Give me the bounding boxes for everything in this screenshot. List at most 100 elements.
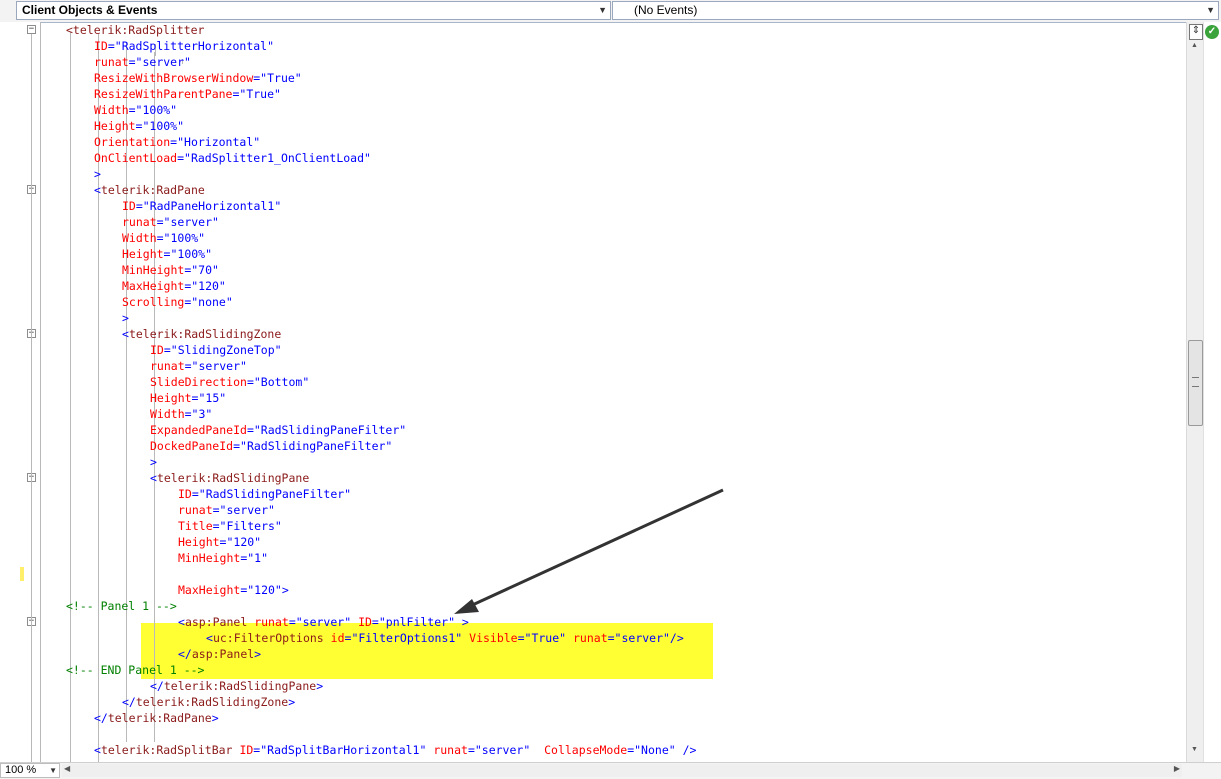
code-token: id [330,631,345,645]
code-token: ="RadSplitter1_OnClientLoad" [177,151,371,165]
code-line: </telerik:RadSlidingPane> [150,678,323,694]
code-line: ResizeWithBrowserWindow="True" [94,70,302,86]
code-token: ="120" [219,535,262,549]
code-token: asp:Panel [191,647,255,661]
code-token: telerik:RadSlidingPane [163,679,317,693]
code-line: Title="Filters" [178,518,282,534]
code-token: < [94,183,101,197]
scroll-down-icon[interactable]: ▼ [1191,746,1198,753]
code-token: ID [358,615,372,629]
code-token: ="server" [128,55,191,69]
zoom-level: 100 % [5,764,37,776]
code-token: ExpandedPaneId [150,423,247,437]
code-token: ="True" [253,71,302,85]
code-token: ="server" [156,215,219,229]
code-token: asp:Panel [184,615,248,629]
code-line: Width="100%" [122,230,205,246]
code-token: runat [122,215,157,229]
code-token: runat [573,631,608,645]
code-token: ="100%" [156,231,206,245]
code-token: telerik:RadPane [100,183,205,197]
code-line: <!-- Panel 1 --> [66,598,177,614]
code-token: ID [94,39,108,53]
code-token: ID [178,487,192,501]
event-dropdown[interactable]: (No Events) ▼ [612,1,1219,20]
code-line: <asp:Panel runat="server" ID="pnlFilter"… [178,614,469,630]
code-line: <telerik:RadSplitter [66,22,204,38]
code-token: Orientation [94,135,171,149]
code-line: </asp:Panel> [178,646,261,662]
code-line: Height="120" [178,534,261,550]
vertical-scrollbar[interactable]: ⇕ ▲ ▼ [1186,22,1204,762]
split-window-icon[interactable]: ⇕ [1189,24,1203,40]
code-token: runat [254,615,289,629]
object-dropdown[interactable]: Client Objects & Events ▼ [16,1,611,20]
code-token: ="70" [184,263,219,277]
check-icon: ✓ [1205,25,1219,39]
code-line: ID="SlidingZoneTop" [150,342,282,358]
scroll-right-icon[interactable]: ▶ [1174,764,1180,773]
code-token: runat [94,55,129,69]
code-token: ="1" [240,551,269,565]
code-line: Width="3" [150,406,212,422]
code-line: Orientation="Horizontal" [94,134,260,150]
status-bar: 100 % ▼ ◀ ▶ [0,762,1221,779]
code-line: Height="100%" [94,118,184,134]
code-token: Width [122,231,157,245]
scroll-left-icon[interactable]: ◀ [64,764,70,773]
code-line: SlideDirection="Bottom" [150,374,309,390]
code-token: ="100%" [163,247,213,261]
indent-guide [40,22,41,762]
code-line: MinHeight="70" [122,262,219,278]
horizontal-scrollbar[interactable]: ◀ ▶ [62,764,1182,777]
code-token: ID [122,199,136,213]
code-line: runat="server" [178,502,275,518]
navigation-bar: Client Objects & Events ▼ (No Events) ▼ [0,0,1221,23]
code-line: MaxHeight="120"> [178,582,289,598]
code-token: ResizeWithParentPane [94,87,233,101]
code-token: ="None" /> [627,743,697,757]
code-line: OnClientLoad="RadSplitter1_OnClientLoad" [94,150,371,166]
code-token: Width [150,407,185,421]
grip-icon [1192,377,1199,387]
code-line: <telerik:RadSplitBar ID="RadSplitBarHori… [94,742,696,758]
scrollbar-thumb[interactable] [1188,340,1203,426]
code-token: ="server" [212,503,275,517]
code-token: MaxHeight [122,279,185,293]
code-token: uc:FilterOptions [212,631,324,645]
code-token: < [150,471,157,485]
code-line: ExpandedPaneId="RadSlidingPaneFilter" [150,422,406,438]
code-token: telerik:RadSlidingPane [156,471,310,485]
code-token: SlideDirection [150,375,247,389]
code-line: > [150,454,157,470]
code-line: MinHeight="1" [178,550,268,566]
code-token: > [211,711,219,725]
code-token: ="True" [517,631,573,645]
code-line: </telerik:RadPane> [94,710,219,726]
code-line: ID="RadSlidingPaneFilter" [178,486,351,502]
code-token: OnClientLoad [94,151,178,165]
zoom-dropdown[interactable]: 100 % ▼ [0,763,60,778]
code-line: ResizeWithParentPane="True" [94,86,281,102]
code-editor[interactable]: <telerik:RadSplitter ID="RadSplitterHoriz… [0,22,1186,762]
code-line: Height="100%" [122,246,212,262]
code-token: ResizeWithBrowserWindow [94,71,254,85]
code-token: Visible [469,631,518,645]
code-token: Height [150,391,192,405]
code-token: <!-- END Panel 1 --> [66,663,205,677]
code-line: Width="100%" [94,102,177,118]
overview-margin [1203,22,1221,762]
code-token: ="120"> [240,583,289,597]
code-token: ="Horizontal" [170,135,261,149]
code-token: runat [150,359,185,373]
code-token: MinHeight [122,263,185,277]
code-token: ="Bottom" [246,375,310,389]
code-token: > [254,647,262,661]
code-token: ="100%" [135,119,185,133]
code-token: ="pnlFilter" > [371,615,469,629]
code-token: > [288,695,296,709]
code-line: > [94,166,101,182]
code-token: ID [150,343,164,357]
scroll-up-icon[interactable]: ▲ [1191,42,1198,49]
